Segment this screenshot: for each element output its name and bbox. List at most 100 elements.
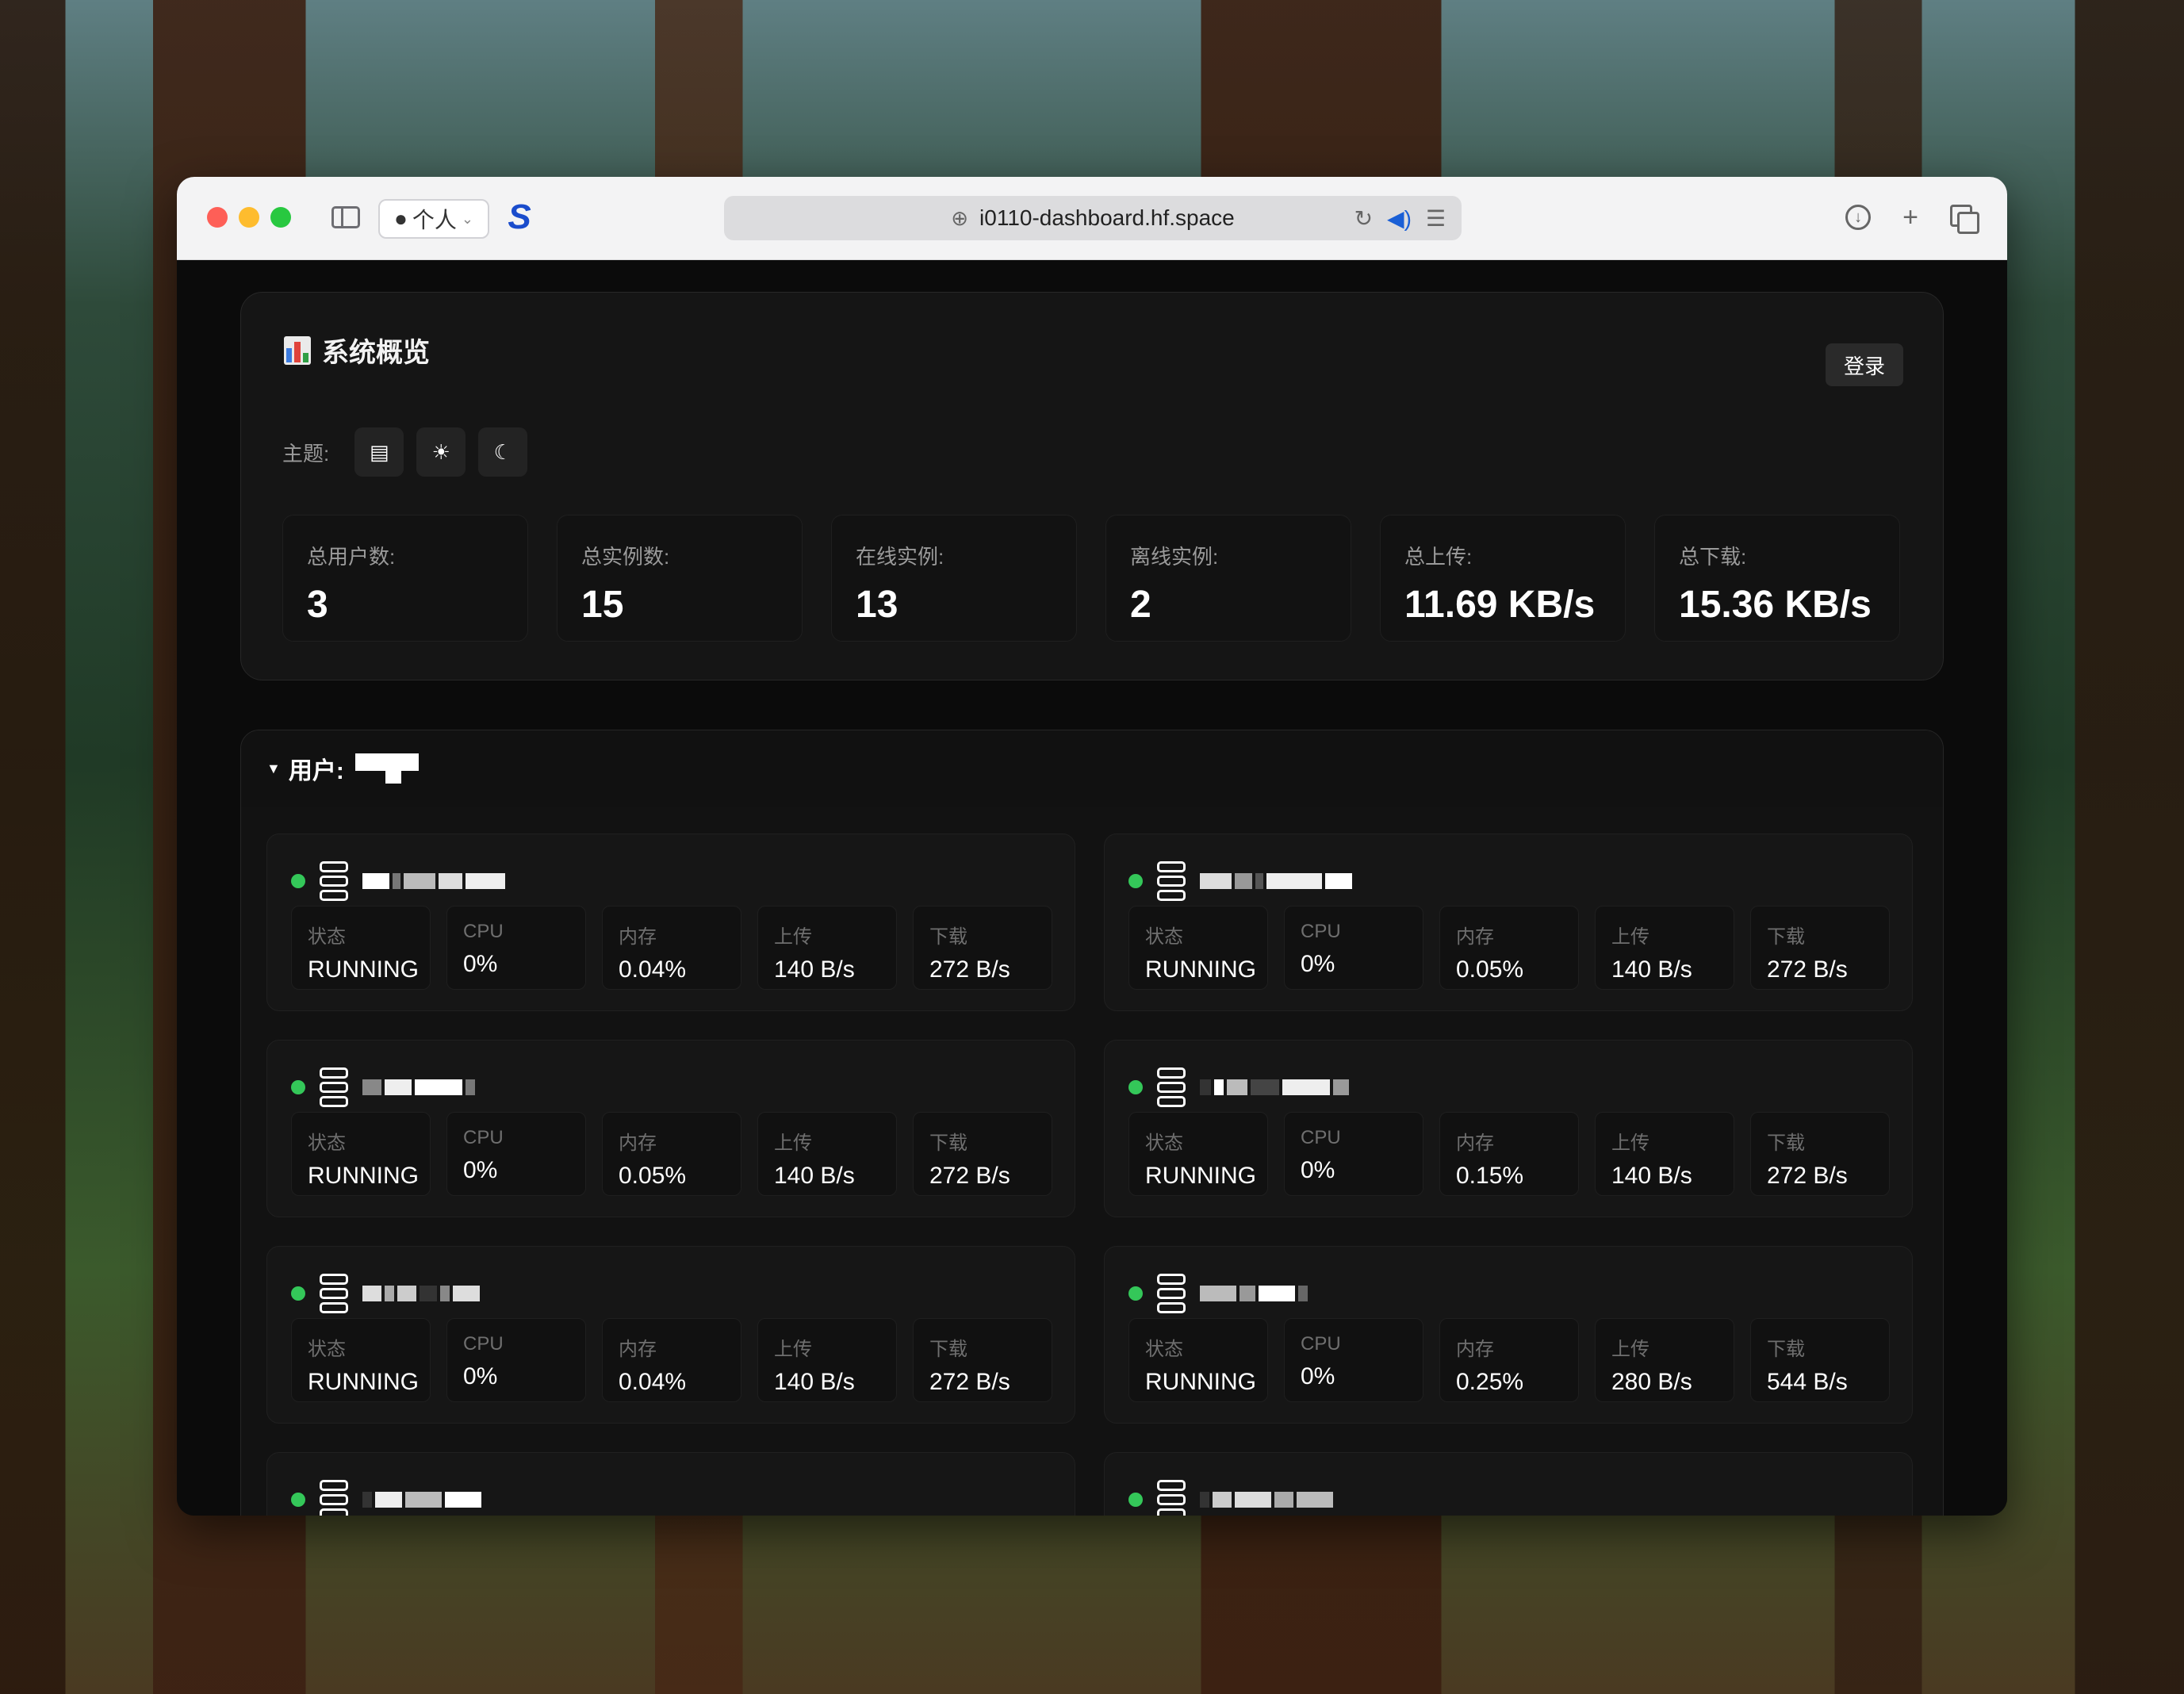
- instance-metrics: 状态 RUNNING CPU 0% 内存 0.25% 上传 280 B/s 下载 544 B/s: [1128, 1318, 1890, 1402]
- instance-header: [1128, 1274, 1308, 1313]
- tab-overview-icon[interactable]: [1950, 205, 1979, 234]
- metric-label: 下载: [929, 1133, 967, 1154]
- download-icon[interactable]: ↓: [1845, 205, 1872, 230]
- metric-label: 下载: [1767, 1339, 1805, 1360]
- login-button[interactable]: 登录: [1826, 343, 1903, 386]
- instance-card: [1104, 1452, 1913, 1516]
- online-status-dot: [291, 1493, 305, 1507]
- instance-card: 状态 RUNNING CPU 0% 内存 0.15% 上传 140 B/s 下载 272 B/s: [1104, 1040, 1913, 1217]
- extension-s-icon[interactable]: S: [504, 197, 535, 236]
- metric-value: 140 B/s: [774, 956, 855, 983]
- user-section-toggle[interactable]: ▼ 用户:: [241, 730, 1943, 807]
- metric-label: 上传: [774, 1133, 812, 1154]
- metric-download: 下载 272 B/s: [1750, 906, 1890, 990]
- reader-icon[interactable]: ☰: [1426, 205, 1446, 232]
- metric-value: 0.25%: [1456, 1369, 1524, 1395]
- instance-header: [291, 861, 505, 901]
- instance-metrics: 状态 RUNNING CPU 0% 内存 0.05% 上传 140 B/s 下载 272 B/s: [1128, 906, 1890, 990]
- metric-memory: 内存 0.05%: [1439, 906, 1579, 990]
- metric-cpu: CPU 0%: [1284, 1318, 1423, 1402]
- metric-value: RUNNING: [308, 1369, 419, 1395]
- speaker-icon[interactable]: ◀): [1387, 205, 1412, 232]
- metric-label: 下载: [929, 926, 967, 948]
- person-icon: ●: [393, 206, 408, 231]
- metric-label: 上传: [774, 1339, 812, 1360]
- instance-card: 状态 RUNNING CPU 0% 内存 0.05% 上传 140 B/s 下载 272 B/s: [266, 1040, 1075, 1217]
- metric-value: 0%: [463, 1363, 498, 1389]
- system-overview-panel: 系统概览 登录 主题: ▤ ☀ ☾ 总用户数: 3 总实例数: 15 在线实例:…: [240, 292, 1944, 680]
- instance-metrics: 状态 RUNNING CPU 0% 内存 0.04% 上传 140 B/s 下载 272 B/s: [291, 906, 1052, 990]
- server-icon: [320, 861, 348, 901]
- instance-header: [291, 1274, 480, 1313]
- metric-cpu: CPU 0%: [1284, 906, 1423, 990]
- metric-value: RUNNING: [308, 956, 419, 983]
- dark-theme-icon[interactable]: ☾: [478, 427, 528, 477]
- pixelated-instance-name: [362, 1286, 480, 1301]
- light-theme-icon[interactable]: ☀: [416, 427, 466, 477]
- online-status-dot: [291, 1286, 305, 1301]
- metric-status: 状态 RUNNING: [1128, 906, 1268, 990]
- metric-value: 140 B/s: [1611, 1163, 1692, 1189]
- metric-value: 544 B/s: [1767, 1369, 1848, 1395]
- pixelated-instance-name: [1200, 1286, 1308, 1301]
- profile-selector[interactable]: ● 个人 ⌄: [378, 199, 489, 239]
- address-bar[interactable]: ⊕ i0110-dashboard.hf.space ↻ ◀) ☰: [724, 196, 1462, 240]
- metric-upload: 上传 140 B/s: [757, 906, 897, 990]
- metric-value: 0.15%: [1456, 1163, 1524, 1189]
- metric-label: CPU: [463, 921, 504, 942]
- metric-value: 272 B/s: [1767, 1163, 1848, 1189]
- metric-status: 状态 RUNNING: [1128, 1112, 1268, 1196]
- pixelated-instance-name: [362, 873, 505, 889]
- globe-icon: ⊕: [951, 205, 969, 230]
- metric-label: 下载: [1767, 1133, 1805, 1154]
- reload-icon[interactable]: ↻: [1354, 205, 1373, 232]
- metric-download: 下载 272 B/s: [913, 1112, 1052, 1196]
- metric-label: CPU: [1301, 1127, 1341, 1148]
- metric-label: 内存: [619, 1133, 657, 1154]
- system-theme-icon[interactable]: ▤: [354, 427, 404, 477]
- user-instances-panel: ▼ 用户: 状态 RUNNING CPU 0% 内存 0.04% 上传 140 B/s 下载 27…: [240, 730, 1944, 1516]
- metric-label: CPU: [463, 1333, 504, 1355]
- metric-value: 272 B/s: [929, 956, 1010, 983]
- metric-value: 0.05%: [1456, 956, 1524, 983]
- online-status-dot: [1128, 1286, 1143, 1301]
- stats-row: 总用户数: 3 总实例数: 15 在线实例: 13 离线实例: 2 总上传: 1…: [282, 515, 1900, 642]
- metric-label: 上传: [1611, 1133, 1649, 1154]
- server-icon: [320, 1480, 348, 1516]
- server-icon: [1157, 861, 1186, 901]
- metric-memory: 内存 0.15%: [1439, 1112, 1579, 1196]
- new-tab-icon[interactable]: +: [1902, 202, 1918, 233]
- metric-download: 下载 544 B/s: [1750, 1318, 1890, 1402]
- metric-value: 0%: [1301, 951, 1335, 977]
- metric-cpu: CPU 0%: [1284, 1112, 1423, 1196]
- browser-toolbar: ● 个人 ⌄ S ⊕ i0110-dashboard.hf.space ↻ ◀)…: [177, 177, 2007, 260]
- metric-value: 0%: [463, 951, 498, 977]
- metric-label: 上传: [1611, 926, 1649, 948]
- metric-upload: 上传 140 B/s: [1595, 906, 1734, 990]
- zoom-window-button[interactable]: [270, 207, 291, 228]
- stat-online-instances: 在线实例: 13: [831, 515, 1077, 642]
- metric-value: RUNNING: [1145, 956, 1256, 983]
- minimize-window-button[interactable]: [239, 207, 259, 228]
- metric-label: 内存: [1456, 1133, 1494, 1154]
- metric-download: 下载 272 B/s: [1750, 1112, 1890, 1196]
- metric-value: 0.04%: [619, 956, 687, 983]
- instance-card: [266, 1452, 1075, 1516]
- metric-label: CPU: [463, 1127, 504, 1148]
- theme-switcher: 主题: ▤ ☀ ☾: [282, 427, 528, 477]
- metric-value: 0.05%: [619, 1163, 687, 1189]
- metric-memory: 内存 0.04%: [602, 1318, 741, 1402]
- instance-card: 状态 RUNNING CPU 0% 内存 0.04% 上传 140 B/s 下载 272 B/s: [266, 1246, 1075, 1424]
- stat-total-instances: 总实例数: 15: [557, 515, 803, 642]
- profile-label: 个人: [412, 208, 457, 232]
- metric-label: 状态: [1145, 926, 1183, 948]
- instance-header: [1128, 861, 1352, 901]
- metric-cpu: CPU 0%: [446, 1112, 586, 1196]
- metric-upload: 上传 280 B/s: [1595, 1318, 1734, 1402]
- sidebar-toggle-icon[interactable]: [328, 199, 364, 236]
- theme-label: 主题:: [282, 441, 330, 466]
- instance-header: [1128, 1067, 1349, 1107]
- server-icon: [1157, 1274, 1186, 1313]
- caret-down-icon: ▼: [266, 760, 281, 776]
- close-window-button[interactable]: [207, 207, 228, 228]
